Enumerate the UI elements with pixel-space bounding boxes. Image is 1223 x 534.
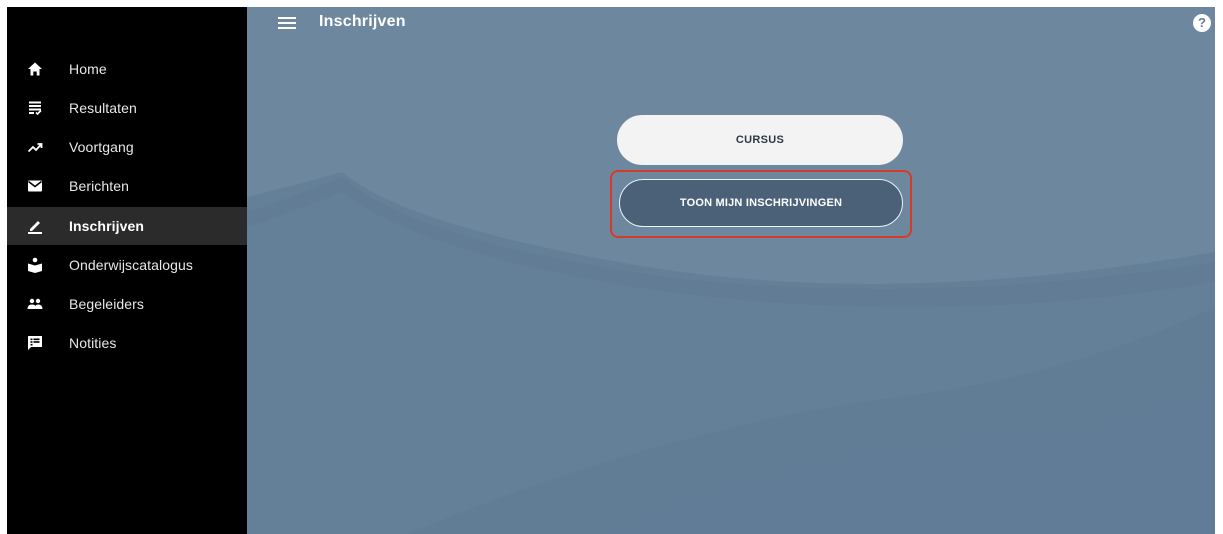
sidebar-item-home[interactable]: Home (7, 50, 247, 88)
sidebar-item-label: Inschrijven (69, 218, 145, 234)
background-dunes (247, 7, 1215, 534)
notes-icon (27, 335, 43, 351)
hamburger-menu-icon[interactable] (278, 16, 296, 30)
sidebar-item-onderwijscatalogus[interactable]: Onderwijscatalogus (7, 246, 247, 284)
sidebar-item-begeleiders[interactable]: Begeleiders (7, 285, 247, 323)
sidebar: Home Resultaten Voortgang Berichten Insc (7, 7, 247, 534)
sidebar-item-notities[interactable]: Notities (7, 324, 247, 362)
home-icon (27, 61, 43, 77)
sidebar-item-label: Berichten (69, 178, 130, 194)
sidebar-item-label: Begeleiders (69, 296, 145, 312)
results-icon (27, 100, 43, 116)
catalog-icon (27, 257, 43, 273)
sidebar-item-inschrijven[interactable]: Inschrijven (7, 207, 247, 245)
sidebar-item-resultaten[interactable]: Resultaten (7, 89, 247, 127)
sidebar-item-label: Resultaten (69, 100, 137, 116)
cursus-button[interactable]: CURSUS (617, 115, 903, 165)
sidebar-item-label: Onderwijscatalogus (69, 257, 193, 273)
people-icon (27, 296, 43, 312)
sidebar-item-label: Home (69, 61, 107, 77)
page-title: Inschrijven (319, 13, 406, 30)
edit-icon (27, 218, 43, 234)
toon-mijn-inschrijvingen-button[interactable]: TOON MIJN INSCHRIJVINGEN (619, 179, 903, 227)
help-icon[interactable]: ? (1193, 14, 1211, 32)
sidebar-item-label: Voortgang (69, 139, 134, 155)
mail-icon (27, 178, 43, 194)
sidebar-item-label: Notities (69, 335, 117, 351)
main-content: Inschrijven ? CURSUS TOON MIJN INSCHRIJV… (247, 7, 1215, 534)
sidebar-item-voortgang[interactable]: Voortgang (7, 128, 247, 166)
sidebar-item-berichten[interactable]: Berichten (7, 167, 247, 205)
trending-up-icon (27, 139, 43, 155)
